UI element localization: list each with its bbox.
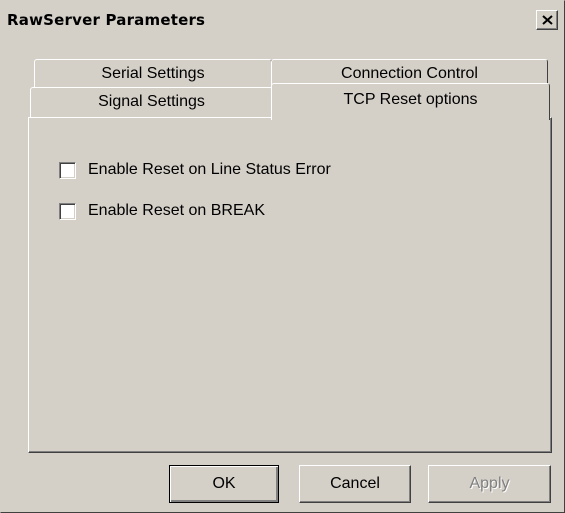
button-label: Apply	[469, 475, 510, 492]
title-bar[interactable]: RawServer Parameters	[3, 3, 562, 37]
tab-label: Serial Settings	[101, 65, 205, 82]
button-label: OK	[212, 475, 236, 492]
tab-label: TCP Reset options	[343, 91, 478, 108]
ok-button[interactable]: OK	[169, 465, 279, 503]
cancel-button[interactable]: Cancel	[299, 465, 411, 503]
dialog-window: RawServer Parameters Serial Settings Con…	[0, 0, 565, 513]
close-button[interactable]	[536, 10, 558, 30]
checkbox-label[interactable]: Enable Reset on Line Status Error	[88, 161, 331, 179]
window-title: RawServer Parameters	[7, 11, 206, 29]
tab-label: Connection Control	[341, 65, 478, 82]
tab-label: Signal Settings	[98, 93, 205, 110]
checkbox-label[interactable]: Enable Reset on BREAK	[88, 202, 265, 220]
checkbox[interactable]	[59, 203, 76, 220]
button-label: Cancel	[330, 475, 380, 492]
tab-signal-settings[interactable]: Signal Settings	[30, 87, 273, 118]
close-icon	[542, 15, 553, 25]
tab-tcp-reset-options[interactable]: TCP Reset options	[271, 83, 550, 120]
apply-button[interactable]: Apply	[428, 465, 551, 503]
checkbox[interactable]	[59, 162, 76, 179]
tab-serial-settings[interactable]: Serial Settings	[34, 59, 272, 87]
